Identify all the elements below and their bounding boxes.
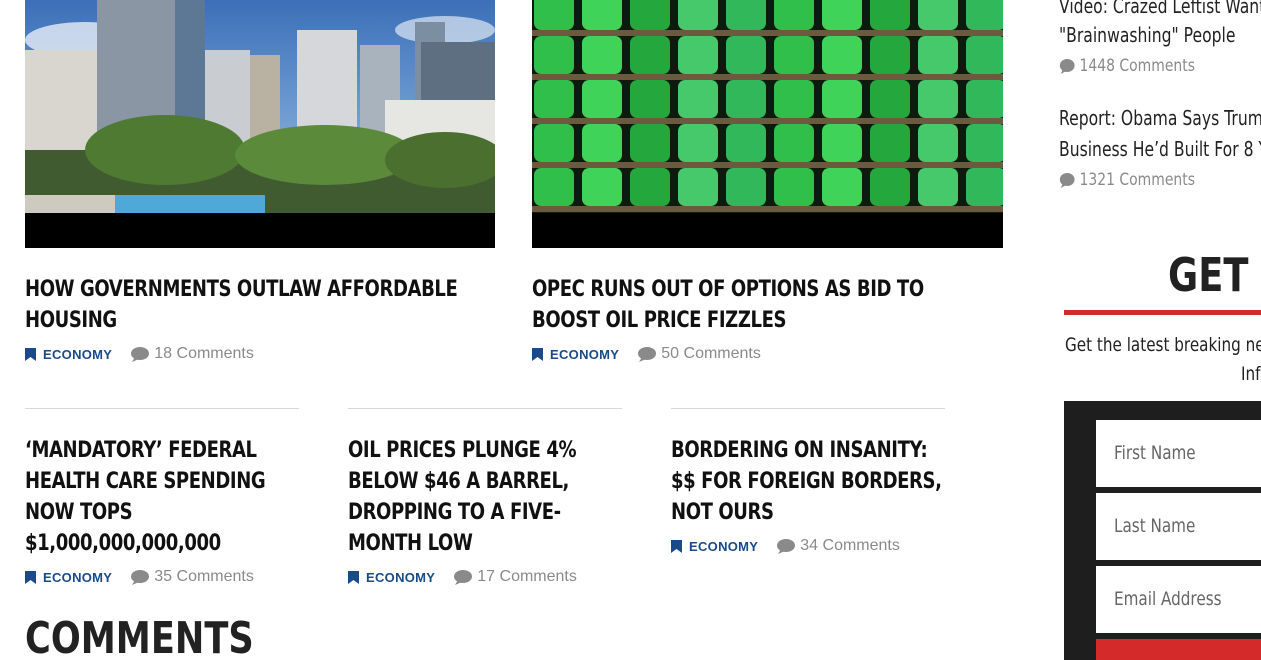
article-meta-housing: ECONOMY 18 Comments bbox=[25, 344, 254, 364]
comment-bubble-icon bbox=[1059, 58, 1075, 74]
category-link[interactable]: ECONOMY bbox=[25, 347, 112, 362]
category-label: ECONOMY bbox=[43, 569, 113, 585]
comments-heading: Comments bbox=[25, 613, 254, 660]
sidebar-comments-link[interactable]: 1321 Comments bbox=[1059, 170, 1195, 190]
bookmark-icon bbox=[532, 347, 543, 361]
city-skyline-photo bbox=[25, 0, 495, 213]
comment-bubble-icon bbox=[1059, 172, 1075, 188]
article-title-opec[interactable]: OPEC Runs Out of Options as Bid to Boost… bbox=[532, 274, 991, 336]
newsletter-heading: GET I bbox=[1168, 248, 1261, 302]
comment-count: 1448 Comments bbox=[1079, 56, 1195, 76]
last-name-field[interactable]: Last Name bbox=[1096, 493, 1261, 560]
green-oil-barrels-photo bbox=[532, 0, 1003, 213]
comment-count: 34 Comments bbox=[800, 537, 900, 554]
comments-link[interactable]: 34 Comments bbox=[776, 537, 900, 555]
comment-bubble-icon bbox=[131, 346, 150, 362]
article-title-health-care[interactable]: ‘Mandatory’ Federal Health Care Spending… bbox=[25, 435, 296, 559]
sidebar-comments-link[interactable]: 1448 Comments bbox=[1059, 56, 1195, 76]
comments-link[interactable]: 35 Comments bbox=[130, 568, 254, 586]
comment-count: 35 Comments bbox=[154, 568, 254, 585]
bookmark-icon bbox=[671, 539, 682, 553]
comment-bubble-icon bbox=[131, 569, 150, 585]
comment-count: 17 Comments bbox=[477, 568, 577, 585]
comments-link[interactable]: 17 Comments bbox=[453, 568, 577, 586]
category-label: ECONOMY bbox=[689, 538, 759, 554]
first-name-field[interactable]: First Name bbox=[1096, 420, 1261, 487]
category-link[interactable]: ECONOMY bbox=[348, 570, 435, 585]
comment-bubble-icon bbox=[454, 569, 473, 585]
bookmark-icon bbox=[25, 347, 36, 361]
sidebar-article-title[interactable]: "Brainwashing" People bbox=[1059, 20, 1235, 51]
comment-count: 1321 Comments bbox=[1079, 170, 1195, 190]
sidebar-article-title[interactable]: Business He’d Built For 8 Y bbox=[1059, 134, 1261, 165]
opec-article-image[interactable] bbox=[532, 0, 1003, 248]
comment-bubble-icon bbox=[777, 538, 796, 554]
article-title-borders[interactable]: Bordering on Insanity: $$ for Foreign Bo… bbox=[671, 435, 950, 528]
comment-bubble-icon bbox=[638, 346, 657, 362]
comments-link[interactable]: 18 Comments bbox=[130, 345, 254, 363]
category-link[interactable]: ECONOMY bbox=[671, 539, 758, 554]
category-link[interactable]: ECONOMY bbox=[532, 347, 619, 362]
category-label: ECONOMY bbox=[43, 346, 113, 362]
bookmark-icon bbox=[348, 570, 359, 584]
divider bbox=[25, 408, 299, 409]
newsletter-description: Get the latest breaking new bbox=[1065, 334, 1261, 356]
divider bbox=[348, 408, 622, 409]
email-field[interactable]: Email Address bbox=[1096, 566, 1261, 633]
category-label: ECONOMY bbox=[366, 569, 436, 585]
subscribe-button[interactable] bbox=[1096, 639, 1261, 660]
sidebar-article-title[interactable]: Report: Obama Says Trump bbox=[1059, 103, 1261, 134]
comment-count: 18 Comments bbox=[154, 345, 254, 362]
bookmark-icon bbox=[25, 570, 36, 584]
first-name-placeholder: First Name bbox=[1114, 442, 1196, 464]
article-meta-opec: ECONOMY 50 Comments bbox=[532, 344, 761, 364]
category-label: ECONOMY bbox=[550, 346, 620, 362]
article-meta-health-care: ECONOMY 35 Comments bbox=[25, 567, 254, 587]
comments-link[interactable]: 50 Comments bbox=[637, 345, 761, 363]
article-meta-borders: ECONOMY 34 Comments bbox=[671, 536, 900, 556]
category-link[interactable]: ECONOMY bbox=[25, 570, 112, 585]
article-title-housing[interactable]: How Governments Outlaw Affordable Housin… bbox=[25, 274, 484, 336]
heading-underline bbox=[1064, 310, 1261, 315]
comment-count: 50 Comments bbox=[661, 345, 761, 362]
article-title-oil-prices[interactable]: Oil Prices Plunge 4% Below $46 a Barrel,… bbox=[348, 435, 602, 559]
newsletter-description: Inf bbox=[1241, 363, 1261, 385]
email-placeholder: Email Address bbox=[1114, 588, 1222, 610]
article-meta-oil-prices: ECONOMY 17 Comments bbox=[348, 567, 577, 587]
sidebar-article-title[interactable]: Video: Crazed Leftist Want bbox=[1059, 0, 1261, 22]
divider bbox=[671, 408, 945, 409]
last-name-placeholder: Last Name bbox=[1114, 515, 1196, 537]
housing-article-image[interactable] bbox=[25, 0, 495, 248]
